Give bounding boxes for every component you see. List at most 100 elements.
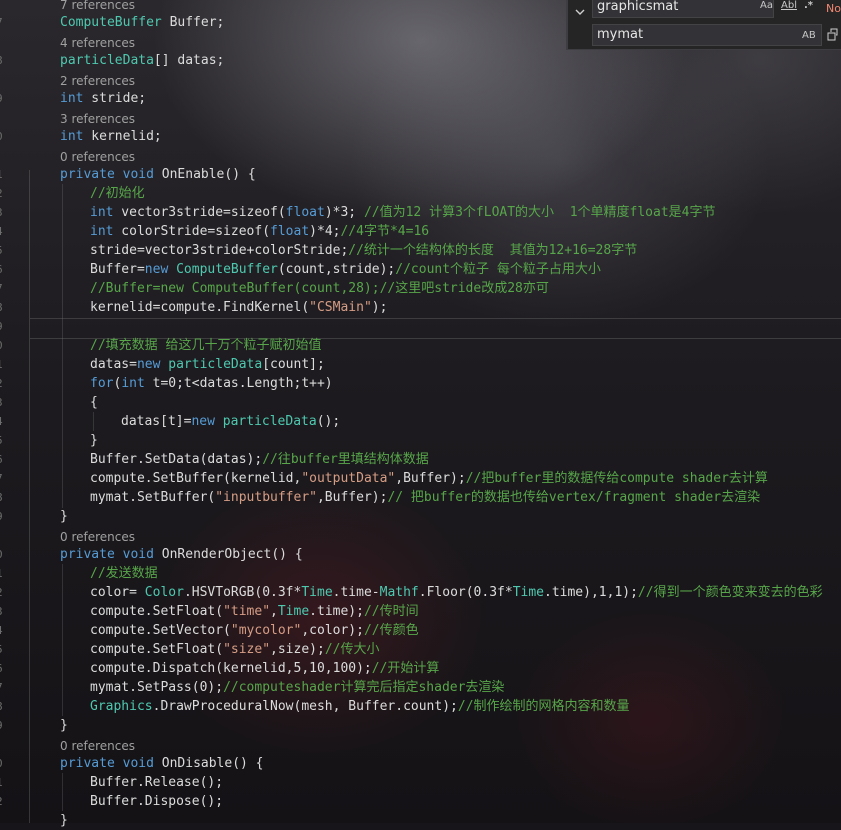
whole-word-toggle[interactable]: Abl [781,0,797,11]
code-token: , [270,604,278,619]
code-token: mymat.SetBuffer( [90,490,216,505]
code-line[interactable]: Buffer.Dispose(); [90,792,223,811]
indent-guide [62,184,63,508]
indent-guide [93,412,94,431]
code-token: ,color); [301,623,364,638]
code-token: void [122,547,154,562]
code-token: compute.SetFloat( [90,604,224,619]
code-line[interactable]: mymat.SetPass(0);//computeshader计算完后指定sh… [90,678,504,697]
code-line[interactable]: int vector3stride=sizeof(float)*3; //值为1… [90,203,716,222]
code-line[interactable]: Graphics.DrawProceduralNow(mesh, Buffer.… [90,697,630,716]
line-number: 4 [0,222,3,241]
code-token: Buffer.Dispose(); [90,794,224,809]
code-token: "mycolor" [230,623,302,638]
line-number: 5 [0,431,3,450]
code-token: particleData [60,53,154,68]
outline-fold-line [29,170,30,823]
code-token: color= [90,585,145,600]
code-line[interactable]: compute.Dispatch(kernelid,5,10,100);//开始… [90,659,439,678]
code-token: mymat.SetPass(0); [90,680,224,695]
line-number: 4 [0,412,3,431]
code-line[interactable]: //初始化 [90,184,145,203]
code-line[interactable]: } [60,716,68,735]
code-token: } [60,509,68,524]
code-line[interactable]: //Buffer=new ComputeBuffer(count,28);//这… [90,279,549,298]
match-case-toggle[interactable]: Aa [760,0,773,11]
line-number: 1 [0,355,3,374]
code-line[interactable]: particleData[] datas; [60,51,224,70]
code-line[interactable]: datas[t]=new particleData(); [121,412,340,431]
line-number: 3 [0,203,3,222]
code-token: ); [371,300,388,315]
line-number: 0 [0,336,3,355]
code-token: new [191,414,215,429]
code-line[interactable]: color= Color.HSVToRGB(0.3f*Time.time-Mat… [90,583,823,602]
code-token: (); [316,414,341,429]
line-number: 3 [0,393,3,412]
code-token: "outputData" [301,471,396,486]
code-token: //值为12 计算3个fLOAT的大小 1个单精度float是4字节 [363,205,716,220]
code-line[interactable]: private void OnDisable() { [60,754,264,773]
code-token: //发送数据 [90,566,158,581]
line-number: 7 [0,13,3,32]
replace-icon[interactable] [827,27,839,44]
code-line[interactable]: Buffer.SetData(datas);//往buffer里填结构体数据 [90,450,429,469]
code-token: compute.SetFloat( [90,642,224,657]
no-results-label: No [826,2,841,15]
line-number: 2 [0,583,3,602]
indent-guide [62,564,63,716]
code-token: Time [512,585,544,600]
code-token: compute.SetBuffer(kernelid, [90,471,302,486]
line-number: 5 [0,241,3,260]
code-line[interactable]: compute.SetFloat("time",Time.time);//传时间 [90,602,419,621]
code-line[interactable]: compute.SetFloat("size",size);//传大小 [90,640,379,659]
code-line[interactable]: } [60,507,68,526]
code-token: //统计一个结构体的长度 其值为12+16=28字节 [348,243,638,258]
chevron-down-icon[interactable] [574,6,588,20]
regex-toggle[interactable]: .* [804,0,813,11]
code-line[interactable]: int colorStride=sizeof(float)*4;//4字节*4=… [90,222,429,241]
code-token: compute.SetVector( [90,623,231,638]
line-number: 0 [0,754,3,773]
code-line[interactable]: private void OnEnable() { [60,165,256,184]
code-line[interactable]: { [90,393,98,412]
line-number: 4 [0,621,3,640]
code-line[interactable]: mymat.SetBuffer("inputbuffer",Buffer);//… [90,488,760,507]
code-line[interactable]: Buffer.Release(); [90,773,223,792]
code-line[interactable]: Buffer=new ComputeBuffer(count,stride);/… [90,260,601,279]
code-token: new [136,357,161,372]
line-number: 1 [0,564,3,583]
code-token: Graphics [90,699,153,714]
code-line[interactable]: //填充数据 给这几十万个粒子赋初始值 [90,336,321,355]
code-line[interactable]: stride=vector3stride+colorStride;//统计一个结… [90,241,637,260]
line-number: 6 [0,450,3,469]
code-line[interactable]: for(int t=0;t<datas.Length;t++) [90,374,333,393]
code-line[interactable]: compute.SetBuffer(kernelid,"outputData",… [90,469,768,488]
code-token: datas= [90,357,137,372]
line-number: 2 [0,374,3,393]
code-line[interactable]: compute.SetVector("mycolor",color);//传颜色 [90,621,419,640]
code-token: compute.Dispatch(kernelid,5,10,100); [90,661,372,676]
code-token: //computeshader计算完后指定shader去渲染 [223,680,505,695]
code-token: .time- [332,585,380,600]
code-line[interactable]: int kernelid; [60,127,162,146]
code-token: int [90,224,114,239]
code-token: )*3; [324,205,364,220]
code-token: colorStride=sizeof( [113,224,271,239]
preserve-case-toggle[interactable]: AB [802,30,816,41]
code-line[interactable]: //发送数据 [90,564,158,583]
find-input[interactable]: graphicsmat [592,0,774,18]
code-line[interactable]: datas=new particleData[count]; [90,355,325,374]
code-token: vector3stride=sizeof( [113,205,286,220]
code-line[interactable]: kernelid=compute.FindKernel("CSMain"); [90,298,387,317]
replace-input[interactable]: mymat [592,24,822,46]
code-line[interactable]: ComputeBuffer Buffer; [60,13,224,32]
code-token: void [122,167,154,182]
code-line[interactable]: } [60,811,68,830]
code-line[interactable]: int stride; [60,89,146,108]
code-line[interactable]: } [90,431,98,450]
code-line[interactable]: private void OnRenderObject() { [60,545,303,564]
line-number: 7 [0,469,3,488]
